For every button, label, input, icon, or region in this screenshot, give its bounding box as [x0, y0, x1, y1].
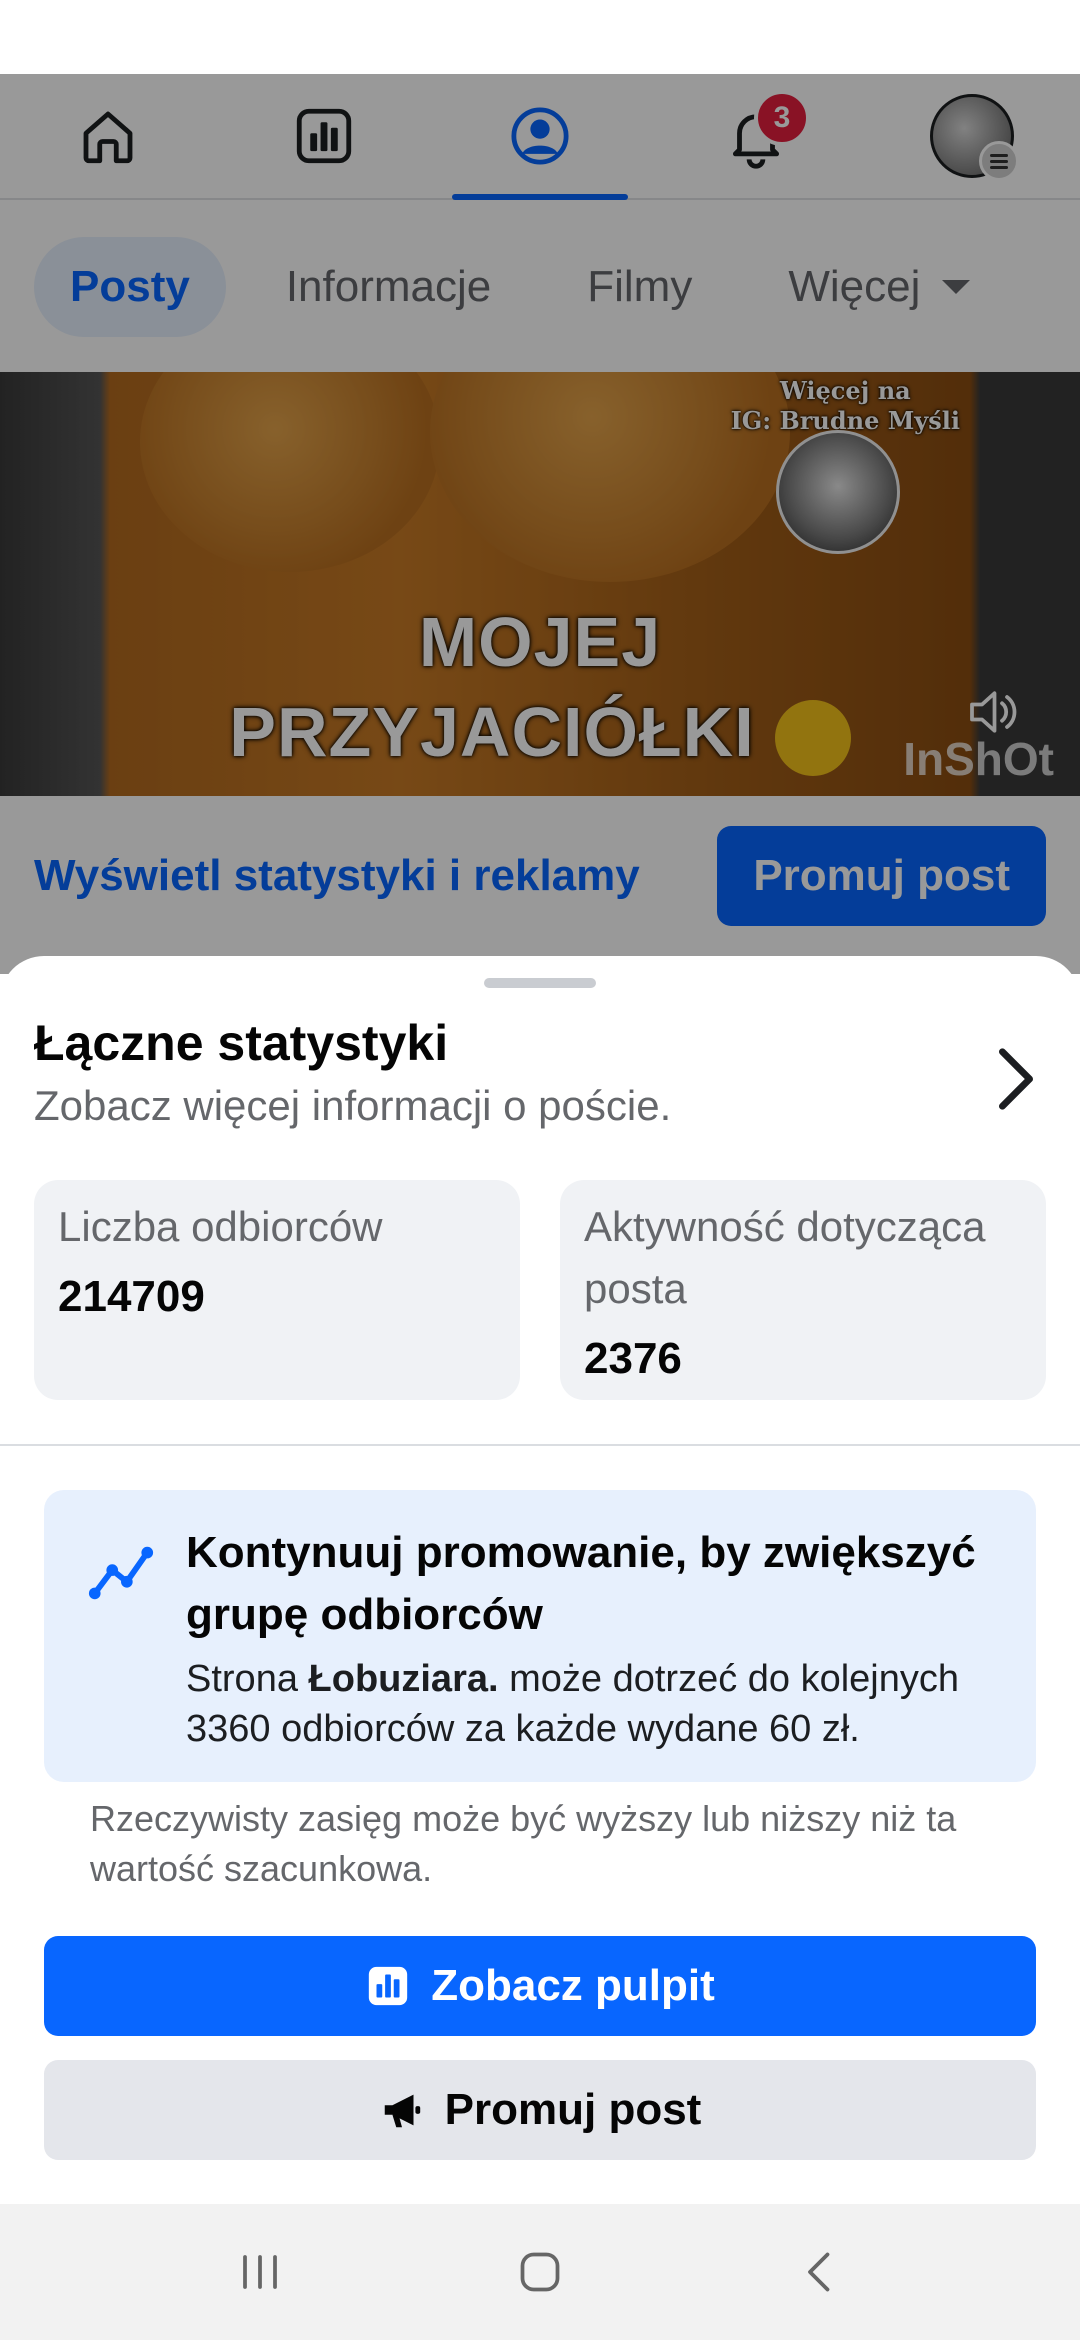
promotion-card: Kontynuuj promowanie, by zwiększyć grupę…: [44, 1490, 1036, 1782]
home-button-icon[interactable]: [510, 2242, 570, 2302]
promote-post-button[interactable]: Promuj post: [44, 2060, 1036, 2160]
reach-disclaimer: Rzeczywisty zasięg może być wyższy lub n…: [90, 1798, 957, 1889]
metric-label: Liczba odbiorców: [58, 1203, 383, 1250]
system-navigation-bar: [0, 2204, 1080, 2340]
sheet-subtitle: Zobacz więcej informacji o poście.: [34, 1082, 672, 1129]
metric-value: 214709: [58, 1272, 205, 1321]
trend-line-icon: [88, 1546, 154, 1600]
metric-value: 2376: [584, 1334, 682, 1383]
promote-post-label: Promuj post: [444, 2085, 702, 2134]
status-bar: [0, 0, 1080, 74]
sheet-title: Łączne statystyki: [34, 1015, 449, 1071]
metric-card-engagement: Aktywność dotycząca posta 2376: [560, 1180, 1046, 1400]
promotion-heading: Kontynuuj promowanie, by zwiększyć grupę…: [186, 1528, 976, 1639]
modal-scrim[interactable]: [0, 74, 1080, 974]
megaphone-icon: [384, 2094, 420, 2128]
chevron-right-icon[interactable]: [990, 1044, 1042, 1114]
statistics-bottom-sheet: Łączne statystyki Zobacz więcej informac…: [0, 956, 1080, 2204]
page-name: Łobuziara.: [308, 1658, 499, 1700]
view-dashboard-button[interactable]: Zobacz pulpit: [44, 1936, 1036, 2036]
drag-handle[interactable]: [484, 978, 596, 988]
promotion-body: Strona Łobuziara. może dotrzeć do kolejn…: [186, 1654, 1016, 1754]
divider: [0, 1444, 1080, 1446]
promotion-body-prefix: Strona: [186, 1658, 309, 1700]
recent-apps-icon[interactable]: [230, 2242, 290, 2302]
view-dashboard-label: Zobacz pulpit: [431, 1961, 715, 2010]
back-icon[interactable]: [790, 2242, 850, 2302]
metric-label: Aktywność dotycząca posta: [584, 1203, 986, 1312]
bar-chart-icon: [369, 1966, 408, 2006]
metric-card-reach: Liczba odbiorców 214709: [34, 1180, 520, 1400]
